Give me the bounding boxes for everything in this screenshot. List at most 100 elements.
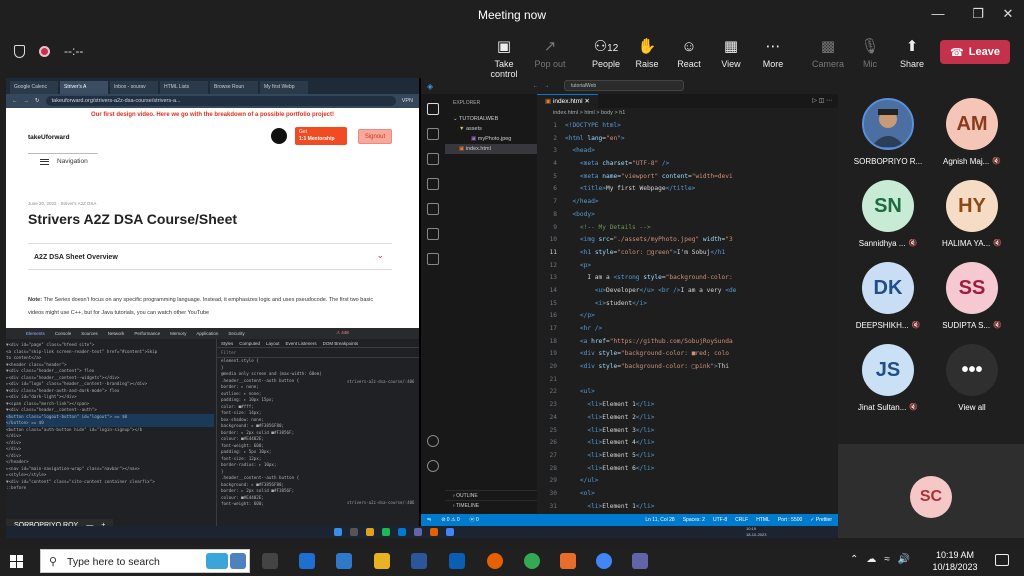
- mail-icon[interactable]: [299, 553, 315, 569]
- site-logo[interactable]: takeUforward: [28, 134, 70, 141]
- styles-tab[interactable]: Layout: [266, 339, 280, 347]
- browser-tab[interactable]: Striver's A: [60, 81, 108, 94]
- browser-tab[interactable]: My first Webp: [260, 81, 308, 94]
- participant-tile[interactable]: SN Sannidhya ... 🔇: [850, 180, 926, 248]
- source-control-icon[interactable]: [427, 153, 439, 165]
- code-line[interactable]: 18 <a href="https://github.com/SobujRoyS…: [537, 336, 838, 349]
- code-lines[interactable]: 1 <!DOCTYPE html> 2 <html lang="en"> 3 <head…: [537, 120, 838, 510]
- code-line[interactable]: 16 </p>: [537, 310, 838, 323]
- run-icon[interactable]: ▷ ◫ ⋯: [806, 94, 838, 108]
- code-line[interactable]: 11 <h1 style="color: □green">I'm Sobuj</…: [537, 247, 838, 260]
- browser-tab[interactable]: Google Calenc: [10, 81, 58, 94]
- assets-folder[interactable]: ▼ assets: [445, 124, 537, 134]
- mic-button[interactable]: 🎙 Mic: [848, 38, 892, 69]
- code-line[interactable]: 15 <i>student</i>: [537, 298, 838, 311]
- promo-banner[interactable]: Our first design video. Here we go with …: [6, 108, 419, 122]
- code-line[interactable]: 13 I am a <strong style="background-colo…: [537, 272, 838, 285]
- code-line[interactable]: 1 <!DOCTYPE html>: [537, 120, 838, 133]
- network-icon[interactable]: [449, 553, 465, 569]
- sublime-icon[interactable]: [560, 553, 576, 569]
- weather-widget-icon[interactable]: [206, 553, 228, 569]
- code-line[interactable]: 9 <!-- My Details -->: [537, 222, 838, 235]
- taskbar-clock[interactable]: 10:19 AM 10/18/2023: [930, 549, 980, 573]
- close-tab-icon[interactable]: ✕: [584, 98, 589, 105]
- address-bar[interactable]: takeuforward.org/strivers-a2z-dsa-course…: [45, 96, 396, 106]
- leave-button[interactable]: ☎ Leave: [940, 40, 1010, 64]
- teams-icon[interactable]: [632, 553, 648, 569]
- devtools-tab[interactable]: Elements: [26, 328, 45, 339]
- restore-icon[interactable]: ❐: [968, 6, 988, 22]
- participant-tile[interactable]: HY HALIMA YA... 🔇: [934, 180, 1010, 248]
- code-line[interactable]: 17 <hr />: [537, 323, 838, 336]
- pop-out-button[interactable]: ↗ Pop out: [528, 38, 572, 69]
- code-line[interactable]: 23 <li>Element 1</li>: [537, 399, 838, 412]
- file-index-html[interactable]: ▣ index.html: [445, 144, 537, 154]
- back-icon[interactable]: ←: [12, 98, 18, 104]
- signout-button[interactable]: Signout: [358, 129, 392, 144]
- code-line[interactable]: 21: [537, 374, 838, 387]
- camera-button[interactable]: ▩ Camera: [806, 38, 850, 69]
- encoding[interactable]: UTF-8: [713, 514, 727, 526]
- code-line[interactable]: 30 <ol>: [537, 488, 838, 501]
- phone-link-icon[interactable]: [230, 553, 246, 569]
- minimize-icon[interactable]: —: [928, 6, 948, 21]
- wifi-icon[interactable]: ≈: [884, 554, 890, 565]
- take-control-button[interactable]: ▣ Take control: [482, 38, 526, 79]
- participant-tile[interactable]: AM Agnish Maj... 🔇: [934, 98, 1010, 166]
- devtools-tab[interactable]: Performance: [134, 328, 160, 339]
- styles-tab[interactable]: Event Listeners: [286, 339, 317, 347]
- issues-count[interactable]: ⚠ 448: [336, 330, 349, 336]
- system-tray[interactable]: ⌃ ☁ ≈ 🔊: [850, 554, 910, 565]
- command-center-search[interactable]: tutorialWeb: [564, 80, 684, 91]
- code-line[interactable]: 7 </head>: [537, 196, 838, 209]
- prettier-status[interactable]: ✓ Prettier: [810, 514, 832, 526]
- more-button[interactable]: ⋯ More: [751, 38, 795, 69]
- browser-tab[interactable]: HTML Lists: [160, 81, 208, 94]
- ports-indicator[interactable]: ⓦ 0: [470, 514, 479, 526]
- word-icon[interactable]: [411, 553, 427, 569]
- rule-source-link-2[interactable]: strivers-a2z-dsa-course/:406: [347, 500, 414, 505]
- people-button[interactable]: ⚇12 People: [584, 38, 628, 69]
- problems-indicator[interactable]: ⊘ 0 ⚠ 0: [441, 514, 459, 526]
- file-myphoto[interactable]: ▣ myPhoto.jpeg: [445, 134, 537, 144]
- dom-node-line[interactable]: ::before: [6, 485, 214, 492]
- participant-tile[interactable]: JS Jinat Sultan... 🔇: [850, 344, 926, 412]
- rule-source-link[interactable]: strivers-a2z-dsa-course/:406: [347, 379, 414, 384]
- code-line[interactable]: 12 <p>: [537, 260, 838, 273]
- language-mode[interactable]: HTML: [756, 514, 770, 526]
- code-line[interactable]: 26 <li>Element 4</li>: [537, 437, 838, 450]
- code-line[interactable]: 24 <li>Element 2</li>: [537, 412, 838, 425]
- code-line[interactable]: 28 <li>Element 6</li>: [537, 463, 838, 476]
- run-debug-icon[interactable]: [427, 178, 439, 190]
- forward-icon[interactable]: →: [24, 98, 30, 104]
- search-icon[interactable]: [427, 128, 439, 140]
- settings-gear-icon[interactable]: [427, 460, 439, 472]
- participant-tile[interactable]: SS SUDIPTA S... 🔇: [934, 262, 1010, 330]
- code-line[interactable]: 8 <body>: [537, 209, 838, 222]
- code-line[interactable]: 29 </ul>: [537, 475, 838, 488]
- cursor-position[interactable]: Ln 11, Col 28: [645, 514, 674, 526]
- store-icon[interactable]: [336, 553, 352, 569]
- code-line[interactable]: 19 <div style="background-color: ■red; c…: [537, 348, 838, 361]
- notification-icon[interactable]: [995, 554, 1009, 566]
- code-line[interactable]: 6 <title>My first Webpage</title>: [537, 183, 838, 196]
- devtools-tab[interactable]: Sources: [81, 328, 98, 339]
- react-button[interactable]: ☺ React: [667, 38, 711, 69]
- windows-start-button[interactable]: [10, 555, 23, 568]
- code-line[interactable]: 25 <li>Element 3</li>: [537, 425, 838, 438]
- editor-breadcrumb[interactable]: index.html > html > body > h1: [537, 108, 838, 119]
- account-icon[interactable]: [427, 435, 439, 447]
- code-line[interactable]: 31 <li>Element 1</li>: [537, 501, 838, 514]
- cloud-icon[interactable]: ☁: [866, 554, 876, 565]
- elements-tree[interactable]: ▼<div id="page" class="hfeed site"> <a c…: [6, 339, 214, 538]
- code-line[interactable]: 4 <meta charset="UTF-8" />: [537, 158, 838, 171]
- share-button[interactable]: ⬆ Share: [890, 38, 934, 69]
- chevron-up-icon[interactable]: ⌃: [850, 554, 858, 565]
- devtools-tab[interactable]: Application: [196, 328, 218, 339]
- timeline-section[interactable]: › TIMELINE: [445, 500, 537, 510]
- code-line[interactable]: 3 <head>: [537, 145, 838, 158]
- live-server-port[interactable]: Port : 5500: [778, 514, 802, 526]
- devtools-tab[interactable]: Network: [108, 328, 125, 339]
- code-line[interactable]: 20 <div style="background-color: □pink">…: [537, 361, 838, 374]
- view-all-button[interactable]: ••• View all: [934, 344, 1010, 412]
